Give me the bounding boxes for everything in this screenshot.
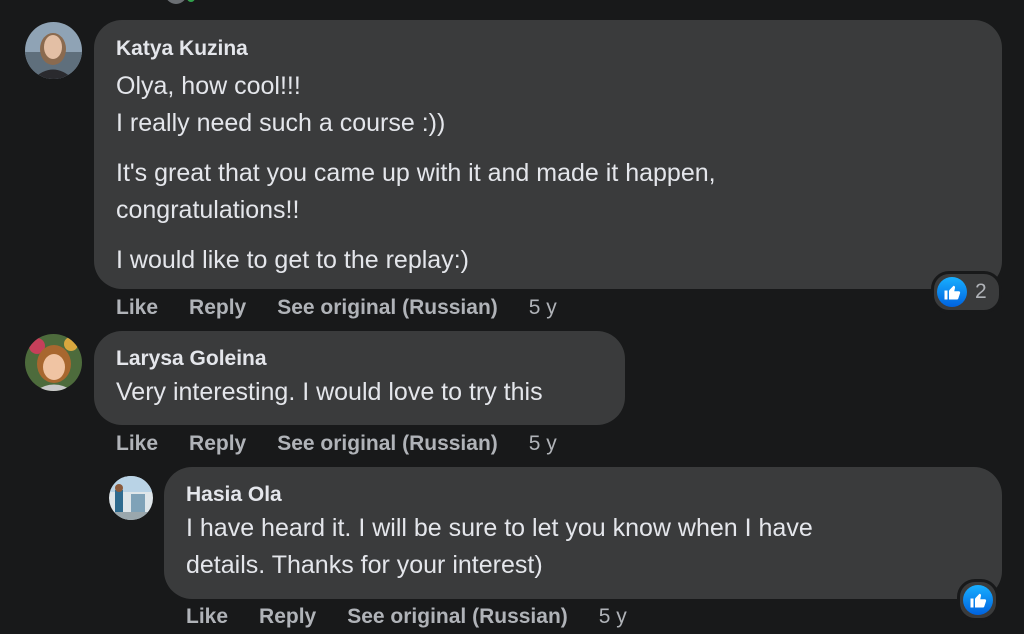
comment-actions: Like Reply See original (Russian) 5 y [186,603,627,631]
reply-button[interactable]: Reply [259,605,316,629]
like-button[interactable]: Like [116,296,158,320]
previous-comment-avatar-fragment [165,0,195,4]
comment-author[interactable]: Larysa Goleina [116,346,603,372]
comment-timestamp[interactable]: 5 y [529,296,557,320]
comment-text-line: It's great that you came up with it and … [116,159,716,187]
like-button[interactable]: Like [116,432,158,456]
comment-body: Olya, how cool!!! I really need such a c… [116,68,980,279]
avatar-hasia-ola[interactable] [109,476,153,520]
comment-author[interactable]: Katya Kuzina [116,36,980,62]
comment-text-line: congratulations!! [116,196,300,224]
comments-thread: Katya Kuzina Olya, how cool!!! I really … [0,0,1024,634]
avatar-image [25,334,82,391]
comment-actions: Like Reply See original (Russian) 5 y [116,430,557,458]
reaction-summary[interactable]: 2 [931,271,1002,313]
see-original-button[interactable]: See original (Russian) [277,432,498,456]
reaction-summary[interactable] [957,579,999,621]
see-original-button[interactable]: See original (Russian) [347,605,568,629]
thumbs-up-icon [937,277,967,307]
avatar-image [25,22,82,79]
see-original-button[interactable]: See original (Russian) [277,296,498,320]
avatar-katya-kuzina[interactable] [25,22,82,79]
comment-text-line: I really need such a course :)) [116,109,446,137]
comment-text-line: I have heard it. I will be sure to let y… [186,514,813,542]
reaction-count: 2 [975,280,987,303]
comment-body: Very interesting. I would love to try th… [116,374,603,411]
comment-bubble: Larysa Goleina Very interesting. I would… [94,331,625,425]
comment-text-line: details. Thanks for your interest) [186,551,543,579]
comment-actions: Like Reply See original (Russian) 5 y [116,294,557,322]
comment-timestamp[interactable]: 5 y [599,605,627,629]
comment-author[interactable]: Hasia Ola [186,482,980,508]
thumbs-up-icon [963,585,993,615]
comment-timestamp[interactable]: 5 y [529,432,557,456]
like-button[interactable]: Like [186,605,228,629]
avatar-image [109,476,153,520]
comment-text-line: Olya, how cool!!! [116,72,301,100]
reply-button[interactable]: Reply [189,432,246,456]
comment-bubble: Katya Kuzina Olya, how cool!!! I really … [94,20,1002,289]
comment-body: I have heard it. I will be sure to let y… [186,510,980,584]
comment-text-line: Very interesting. I would love to try th… [116,378,543,406]
reply-button[interactable]: Reply [189,296,246,320]
comment-text-line: I would like to get to the replay:) [116,246,469,274]
avatar-larysa-goleina[interactable] [25,334,82,391]
avatar-fragment [165,0,187,4]
reply-bubble: Hasia Ola I have heard it. I will be sur… [164,467,1002,599]
online-status-dot [187,0,195,2]
